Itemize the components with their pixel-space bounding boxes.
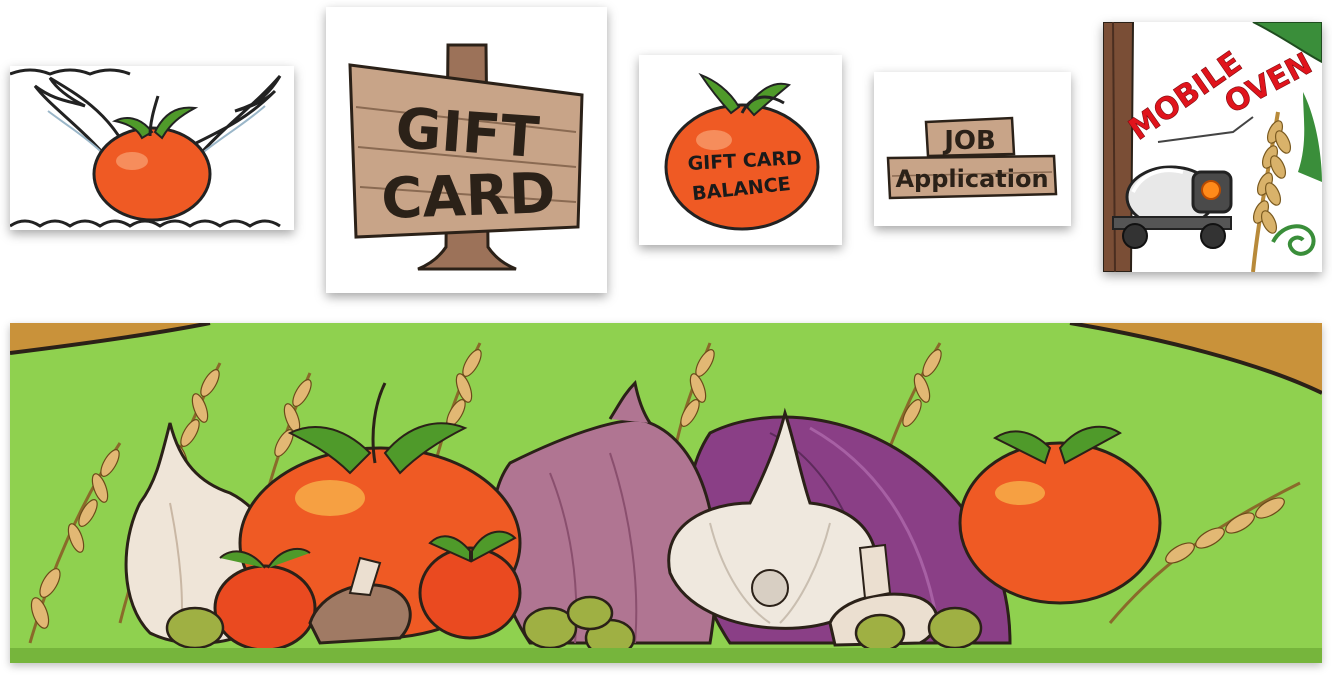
gift-card-balance-tile[interactable]: GIFT CARD BALANCE [639, 55, 842, 245]
gift-card-line2: CARD [380, 161, 556, 232]
small-tomato-icon [213, 564, 317, 652]
gift-card-line1: GIFT [394, 96, 541, 171]
right-tomato-icon [958, 441, 1162, 605]
flying-tomato-logo-tile[interactable] [10, 66, 294, 230]
job-application-line1: JOB [942, 126, 996, 156]
vegetable-banner [10, 323, 1322, 663]
job-application-tile[interactable]: JOB Application [874, 72, 1071, 226]
mobile-oven-tile[interactable]: MOBILE OVEN [1103, 22, 1322, 272]
gift-card-tile[interactable]: GIFT CARD [326, 7, 607, 293]
flying-tomato-icon [10, 66, 294, 230]
job-application-line2: Application [895, 165, 1048, 193]
